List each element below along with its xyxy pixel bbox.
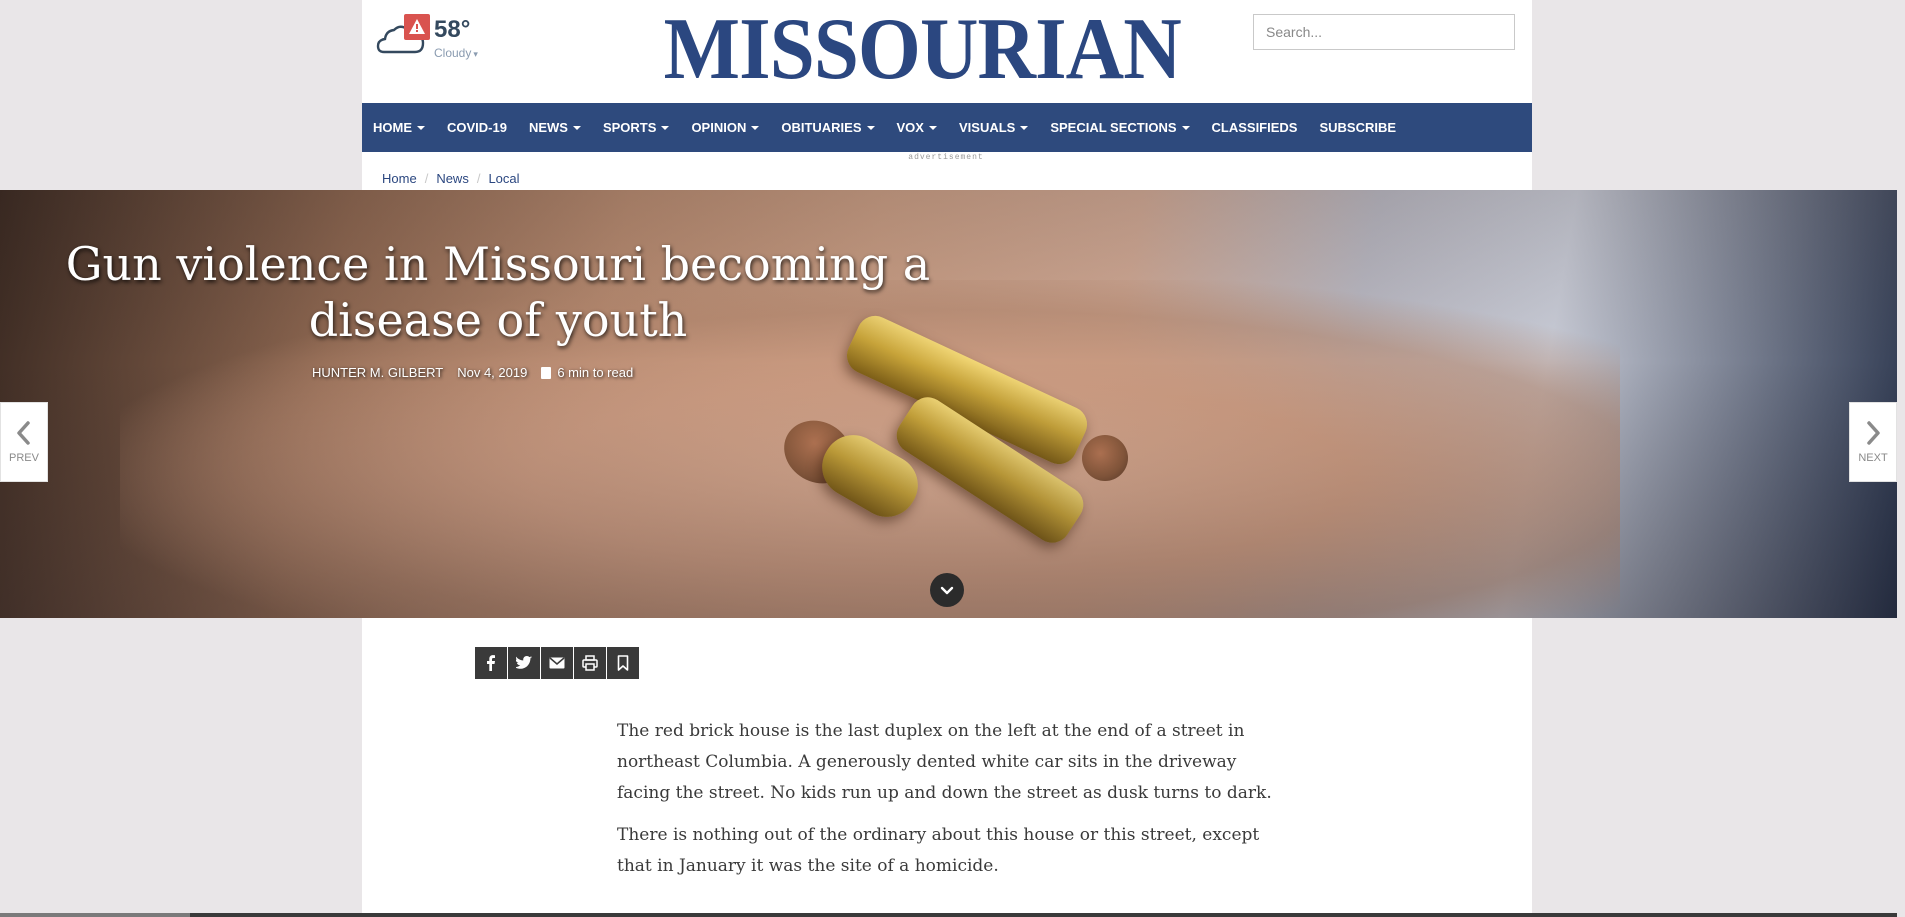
bookmark-icon <box>617 655 629 671</box>
author-name[interactable]: HUNTER M. GILBERT <box>312 365 443 380</box>
caret-down-icon <box>1020 125 1029 130</box>
breadcrumb: Home / News / Local <box>382 171 520 187</box>
weather-condition[interactable]: Cloudy ▾ <box>434 46 478 60</box>
prev-article-button[interactable]: PREV <box>0 402 48 482</box>
article-body: The red brick house is the last duplex o… <box>617 716 1273 893</box>
main-nav: HOME COVID-19 NEWS SPORTS OPINION OBITUA… <box>362 103 1532 152</box>
article-headline: Gun violence in Missouri becoming a dise… <box>65 237 931 347</box>
caret-down-icon <box>661 125 670 130</box>
nav-item-label: VISUALS <box>958 120 1016 135</box>
nav-item-subscribe[interactable]: SUBSCRIBE <box>1308 120 1407 135</box>
read-time: 6 min to read <box>541 365 633 380</box>
nav-item-covid[interactable]: COVID-19 <box>436 120 518 135</box>
caret-down-icon <box>417 125 425 130</box>
email-share-button[interactable] <box>541 647 573 679</box>
horizontal-scrollbar[interactable] <box>0 913 1897 917</box>
scroll-down-button[interactable] <box>930 573 964 607</box>
nav-item-opinion[interactable]: OPINION <box>680 120 770 135</box>
advertisement-label: advertisement <box>908 153 984 162</box>
temperature: 58° <box>434 16 471 43</box>
caret-down-icon <box>1181 125 1190 130</box>
nav-item-label: SPORTS <box>602 120 657 135</box>
chevron-right-icon <box>1867 421 1880 445</box>
article-paragraph: The red brick house is the last duplex o… <box>617 721 1272 803</box>
weather-condition-label: Cloudy <box>434 46 472 60</box>
nav-item-home[interactable]: HOME <box>362 120 436 135</box>
email-icon <box>549 657 565 669</box>
nav-item-label: SPECIAL SECTIONS <box>1050 120 1177 135</box>
nav-item-label: SUBSCRIBE <box>1319 120 1397 135</box>
breadcrumb-separator: / <box>476 171 481 186</box>
twitter-icon <box>516 656 532 669</box>
nav-item-classifieds[interactable]: CLASSIFIEDS <box>1201 120 1309 135</box>
bookmark-button[interactable] <box>607 647 639 679</box>
nav-item-label: COVID-19 <box>447 120 507 135</box>
site-logo[interactable]: MISSOURIAN <box>660 2 1184 98</box>
book-icon <box>541 366 552 379</box>
facebook-share-button[interactable] <box>475 647 507 679</box>
caret-down-icon <box>866 125 875 130</box>
chevron-down-icon <box>940 586 954 595</box>
breadcrumb-news[interactable]: News <box>436 171 469 187</box>
chevron-left-icon <box>17 421 30 445</box>
nav-item-obituaries[interactable]: OBITUARIES <box>770 120 885 135</box>
nav-item-vox[interactable]: VOX <box>886 120 948 135</box>
chevron-down-icon: ▾ <box>473 49 478 59</box>
print-button[interactable] <box>574 647 606 679</box>
prev-label: PREV <box>9 452 39 464</box>
caret-down-icon <box>928 125 937 130</box>
article-paragraph: There is nothing out of the ordinary abo… <box>617 825 1260 876</box>
breadcrumb-separator: / <box>424 171 429 186</box>
nav-item-label: CLASSIFIEDS <box>1211 120 1298 135</box>
nav-item-news[interactable]: NEWS <box>518 120 592 135</box>
nav-item-label: VOX <box>896 120 924 135</box>
nav-item-sports[interactable]: SPORTS <box>592 120 680 135</box>
nav-item-label: HOME <box>373 120 412 135</box>
read-time-label: 6 min to read <box>557 365 634 380</box>
nav-item-label: OPINION <box>691 120 747 135</box>
warning-icon[interactable] <box>404 14 430 40</box>
share-toolbar <box>475 647 639 679</box>
weather-widget[interactable]: 58° Cloudy ▾ <box>376 12 496 62</box>
nav-item-label: NEWS <box>528 120 568 135</box>
next-article-button[interactable]: NEXT <box>1849 402 1897 482</box>
caret-down-icon <box>572 125 581 130</box>
publish-date: Nov 4, 2019 <box>457 365 528 380</box>
breadcrumb-home[interactable]: Home <box>382 171 417 187</box>
scrollbar-thumb[interactable] <box>0 913 190 917</box>
print-icon <box>582 655 598 671</box>
next-label: NEXT <box>1858 452 1888 464</box>
caret-down-icon <box>751 125 760 130</box>
nav-item-visuals[interactable]: VISUALS <box>948 120 1039 135</box>
article-byline: HUNTER M. GILBERT Nov 4, 2019 6 min to r… <box>312 365 633 380</box>
breadcrumb-local[interactable]: Local <box>488 171 519 187</box>
twitter-share-button[interactable] <box>508 647 540 679</box>
nav-item-label: OBITUARIES <box>781 120 862 135</box>
search-input[interactable] <box>1253 14 1515 50</box>
nav-item-special-sections[interactable]: SPECIAL SECTIONS <box>1039 120 1200 135</box>
facebook-icon <box>487 655 495 671</box>
